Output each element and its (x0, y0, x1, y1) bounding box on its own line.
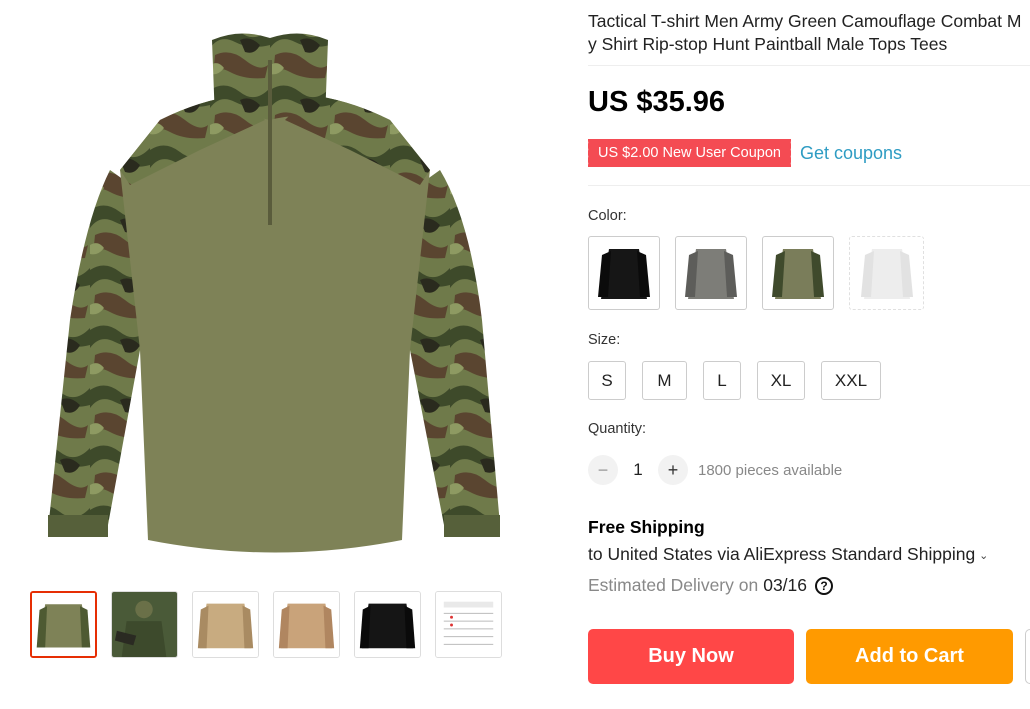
size-option-xl[interactable]: XL (757, 361, 805, 400)
quantity-decrease-button[interactable]: − (588, 455, 618, 485)
color-option-white[interactable] (849, 236, 924, 310)
question-help-icon[interactable]: ? (815, 576, 834, 595)
quantity-value[interactable]: 1 (618, 460, 658, 480)
quantity-stepper: − 1 + 1800 pieces available (588, 455, 842, 485)
size-label: Size: (588, 332, 621, 348)
product-price: US $35.96 (588, 86, 726, 118)
estimated-delivery: Estimated Delivery on 03/16 ? (588, 575, 834, 596)
main-product-image[interactable] (30, 20, 520, 565)
add-to-cart-button[interactable]: Add to Cart (806, 629, 1013, 684)
black-shirt-thumbnail (355, 592, 420, 657)
get-coupons-link[interactable]: Get coupons (800, 143, 902, 164)
shipping-title: Free Shipping (588, 517, 705, 537)
color-option-gray[interactable] (675, 236, 747, 310)
thumbnail-5[interactable] (354, 591, 421, 658)
soldier-photo-thumbnail (112, 592, 177, 657)
size-option-s[interactable]: S (588, 361, 626, 400)
quantity-label: Quantity: (588, 421, 647, 437)
size-option-l[interactable]: L (703, 361, 741, 400)
color-label: Color: (588, 208, 627, 224)
size-option-xxl[interactable]: XXL (821, 361, 881, 400)
thumbnail-3[interactable] (192, 591, 259, 658)
new-user-coupon-badge[interactable]: US $2.00 New User Coupon (585, 139, 791, 167)
shipping-destination[interactable]: to United States via AliExpress Standard… (588, 544, 988, 565)
color-option-black[interactable] (588, 236, 660, 310)
white-shirt-swatch (860, 249, 913, 299)
coupon-divider (588, 185, 1030, 186)
color-option-green-camo[interactable] (762, 236, 834, 310)
delivery-label: Estimated Delivery on (588, 575, 759, 595)
size-chart-thumbnail (436, 592, 501, 657)
action-buttons: Buy Now Add to Cart (588, 629, 1030, 684)
title-divider (588, 65, 1030, 66)
delivery-date: 03/16 (763, 575, 808, 595)
tan-shirt-thumbnail (274, 592, 339, 657)
thumbnail-4[interactable] (273, 591, 340, 658)
chevron-down-icon: ⌄ (979, 549, 989, 562)
green-camo-shirt-swatch (772, 249, 824, 299)
quantity-increase-button[interactable]: + (658, 455, 688, 485)
thumbnail-6[interactable] (435, 591, 502, 658)
color-options (588, 236, 924, 310)
size-options: S M L XL XXL (588, 361, 881, 400)
product-title-line-2: y Shirt Rip-stop Hunt Paintball Male Top… (588, 34, 948, 54)
thumbnail-strip (30, 591, 502, 658)
wishlist-button[interactable] (1025, 629, 1030, 684)
camouflage-shirt-image (48, 33, 500, 553)
buy-now-button[interactable]: Buy Now (588, 629, 794, 684)
black-shirt-swatch (598, 249, 650, 299)
shipping-destination-text: to United States via AliExpress Standard… (588, 544, 976, 564)
quantity-available: 1800 pieces available (698, 461, 843, 479)
khaki-shirt-thumbnail (193, 592, 258, 657)
coupon-row: US $2.00 New User Coupon Get coupons (585, 139, 902, 167)
size-option-m[interactable]: M (642, 361, 687, 400)
thumbnail-2[interactable] (111, 591, 178, 658)
product-title: Tactical T-shirt Men Army Green Camoufla… (588, 10, 1030, 56)
product-title-line-1: Tactical T-shirt Men Army Green Camoufla… (588, 11, 1022, 31)
thumbnail-1[interactable] (30, 591, 97, 658)
gray-shirt-swatch (685, 249, 737, 299)
camo-shirt-thumbnail (32, 593, 95, 656)
